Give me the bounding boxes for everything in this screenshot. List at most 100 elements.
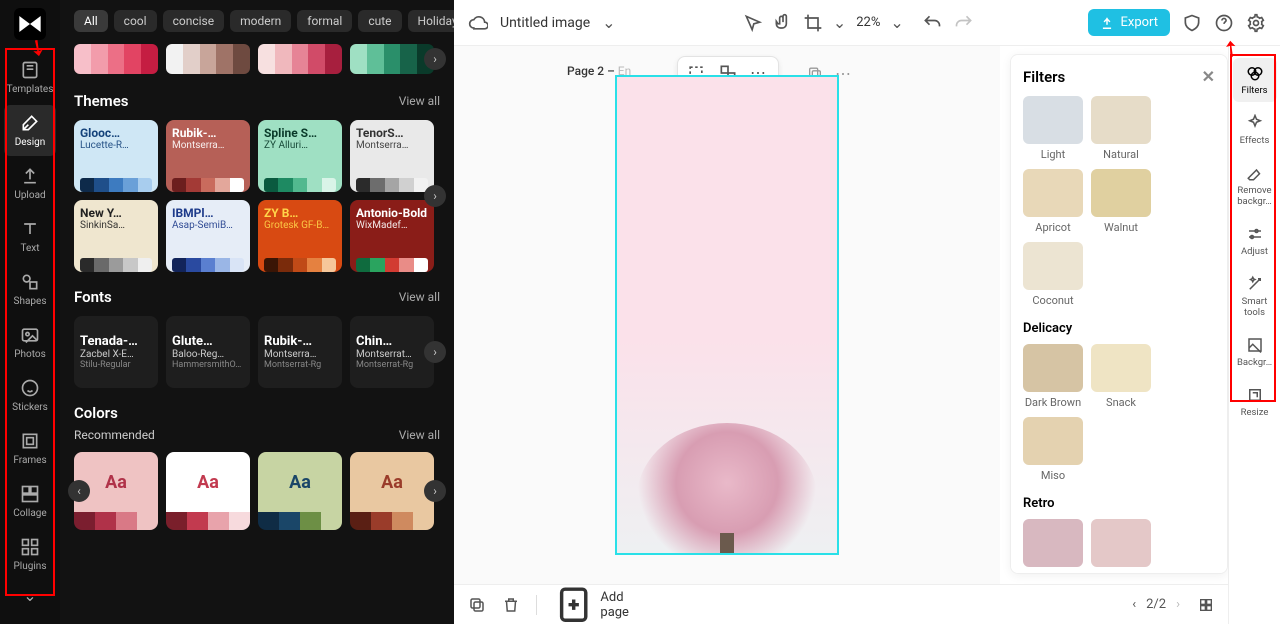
filter-category: Delicacy [1023, 321, 1215, 336]
rail-more-icon[interactable]: ⌄ [23, 586, 36, 605]
rail-photos[interactable]: Photos [4, 317, 56, 368]
theme-card[interactable]: Glooc…Lucette-R… [74, 120, 158, 192]
theme-card[interactable]: Antonio-BoldWixMadef… [350, 200, 434, 272]
filter-item[interactable]: Dark Brown [1023, 344, 1083, 409]
fonts-scroll-right-icon[interactable]: › [424, 341, 446, 363]
chip-holiday[interactable]: Holiday [408, 10, 454, 32]
fonts-viewall[interactable]: View all [399, 290, 440, 304]
filter-item[interactable]: Snack [1091, 344, 1151, 409]
color-card[interactable]: Aa [258, 452, 342, 530]
filter-item[interactable]: Miami [1023, 519, 1083, 574]
rail-upload[interactable]: Upload [4, 158, 56, 209]
rrail-background[interactable]: Backgr… [1233, 330, 1277, 374]
palette-swatch[interactable] [258, 44, 342, 74]
rail-collage[interactable]: Collage [4, 476, 56, 527]
colors-scroll-left-icon[interactable]: ‹ [68, 480, 90, 502]
font-card[interactable]: Tenada-…Zacbel X-E…Stilu-Regular [74, 316, 158, 388]
canvas-page[interactable] [615, 75, 839, 555]
font-card[interactable]: Chin…Montserrat…Montserrat-Rg [350, 316, 434, 388]
filter-item[interactable]: Walnut [1091, 169, 1151, 234]
eraser-icon [1246, 164, 1264, 182]
design-icon [20, 113, 40, 133]
rail-stickers[interactable]: Stickers [4, 370, 56, 421]
pointer-icon[interactable] [743, 13, 763, 33]
crop-dropdown-icon[interactable]: ⌄ [833, 13, 846, 32]
colors-grid: ‹ AaAaAaAa› [74, 452, 440, 530]
pager-next-icon[interactable]: › [1176, 597, 1180, 612]
rrail-resize[interactable]: Resize [1233, 380, 1277, 424]
themes-scroll-right-icon[interactable]: › [424, 185, 446, 207]
rail-plugins[interactable]: Plugins [4, 529, 56, 580]
settings-icon[interactable] [1246, 13, 1266, 33]
font-card[interactable]: Rubik-…Montserra…Montserrat-Rg [258, 316, 342, 388]
undo-icon[interactable] [922, 13, 942, 33]
colors-scroll-right-icon[interactable]: › [424, 480, 446, 502]
chip-formal[interactable]: formal [297, 10, 352, 32]
rrail-smart[interactable]: Smart tools [1233, 269, 1277, 324]
rrail-filters[interactable]: Filters [1233, 58, 1277, 102]
crop-icon[interactable] [803, 13, 823, 33]
background-icon [1246, 336, 1264, 354]
zoom-dropdown-icon[interactable]: ⌄ [890, 13, 903, 32]
photos-icon [20, 325, 40, 345]
filter-item[interactable]: Light [1023, 96, 1083, 161]
font-card[interactable]: Glute…Baloo-Reg…HammersmithO… [166, 316, 250, 388]
color-card[interactable]: Aa [166, 452, 250, 530]
rail-templates[interactable]: Templates [4, 52, 56, 103]
filter-category: Retro [1023, 496, 1215, 511]
export-button[interactable]: Export [1088, 9, 1170, 36]
filter-item[interactable]: Carmel [1091, 519, 1151, 574]
add-page-button[interactable]: Add page [553, 584, 630, 625]
colors-viewall[interactable]: View all [399, 428, 440, 442]
rail-text[interactable]: Text [4, 211, 56, 262]
filter-item[interactable]: Apricot [1023, 169, 1083, 234]
palettes-scroll-right-icon[interactable]: › [424, 48, 446, 70]
theme-card[interactable]: New Y…SinkinSa… [74, 200, 158, 272]
delete-icon[interactable] [502, 596, 520, 614]
document-title[interactable]: Untitled image [500, 15, 590, 31]
redo-icon[interactable] [954, 13, 974, 33]
rrail-adjust[interactable]: Adjust [1233, 219, 1277, 263]
rrail-effects[interactable]: Effects [1233, 108, 1277, 152]
chip-cute[interactable]: cute [358, 10, 401, 32]
pager-prev-icon[interactable]: ‹ [1132, 597, 1136, 612]
theme-card[interactable]: Spline S…ZY Alluri… [258, 120, 342, 192]
cloud-icon[interactable] [468, 13, 488, 33]
zoom-value[interactable]: 22% [856, 15, 880, 30]
filter-item[interactable]: Miso [1023, 417, 1083, 482]
grid-view-icon[interactable] [1198, 597, 1214, 613]
filter-item[interactable]: Natural [1091, 96, 1151, 161]
filter-thumb [1091, 169, 1151, 217]
duplicate-icon[interactable] [468, 596, 486, 614]
themes-grid: Glooc…Lucette-R…Rubik-…Montserra…Spline … [74, 120, 440, 272]
palette-swatch[interactable] [350, 44, 434, 74]
title-dropdown-icon[interactable]: ⌄ [602, 13, 622, 33]
chip-cool[interactable]: cool [114, 10, 157, 32]
close-icon[interactable]: ✕ [1202, 67, 1215, 86]
shield-icon[interactable] [1182, 13, 1202, 33]
theme-card[interactable]: ZY B…Grotesk GF-B… [258, 200, 342, 272]
color-card[interactable]: Aa [350, 452, 434, 530]
filter-label: Carmel [1103, 571, 1138, 574]
chip-all[interactable]: All [74, 10, 108, 32]
palette-swatch[interactable] [166, 44, 250, 74]
colors-heading: Colors [74, 404, 118, 422]
theme-card[interactable]: Rubik-…Montserra… [166, 120, 250, 192]
theme-card[interactable]: IBMPl…Asap-SemiB… [166, 200, 250, 272]
rail-shapes[interactable]: Shapes [4, 264, 56, 315]
rail-frames[interactable]: Frames [4, 423, 56, 474]
hand-icon[interactable] [773, 13, 793, 33]
filter-thumb [1023, 417, 1083, 465]
canvas-tools: ⌄ 22% ⌄ [737, 9, 910, 37]
themes-viewall[interactable]: View all [399, 94, 440, 108]
rrail-removebg[interactable]: Remove backgr… [1233, 158, 1277, 213]
theme-card[interactable]: TenorS…Montserra… [350, 120, 434, 192]
help-icon[interactable] [1214, 13, 1234, 33]
palette-swatch[interactable] [74, 44, 158, 74]
rail-design[interactable]: Design [4, 105, 56, 156]
filter-label: Coconut [1032, 294, 1073, 307]
chip-concise[interactable]: concise [163, 10, 225, 32]
chip-modern[interactable]: modern [230, 10, 291, 32]
canvas-area[interactable]: Page 2 – En ⋯ ⋯ [454, 46, 1000, 584]
filter-item[interactable]: Coconut [1023, 242, 1083, 307]
